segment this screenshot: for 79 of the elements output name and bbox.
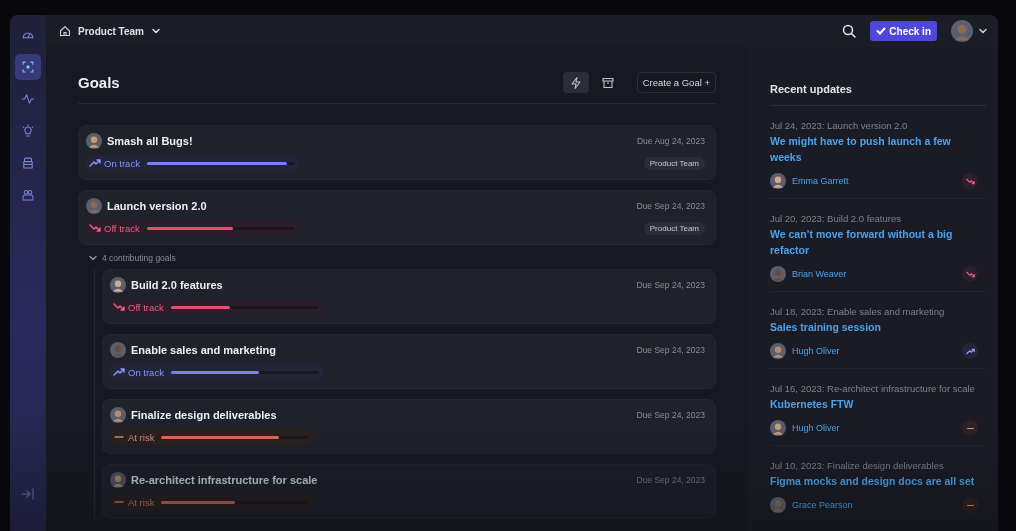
trend-down-icon: [89, 222, 101, 234]
create-goal-button[interactable]: Create a Goal +: [636, 72, 716, 93]
home-icon: [59, 25, 71, 37]
goal-title: Smash all Bugs!: [107, 135, 193, 147]
goal-card[interactable]: Smash all Bugs! Due Aug 24, 2023 On track Product Team: [78, 125, 716, 180]
due-date: Due Aug 24, 2023: [636, 136, 705, 146]
avatar: [110, 472, 126, 488]
author-link[interactable]: Hugh Oliver: [792, 423, 840, 433]
trend-up-icon: [89, 157, 101, 169]
users-icon: [21, 188, 35, 202]
avatar: [110, 277, 126, 293]
profile-menu[interactable]: [951, 20, 988, 42]
goal-card[interactable]: Build 2.0 features Due Sep 24, 2023 Off track: [102, 269, 716, 324]
status-indicator: Off track: [86, 220, 300, 236]
due-date: Due Sep 24, 2023: [636, 201, 705, 211]
trend-down-icon: [113, 301, 125, 313]
home-button[interactable]: [58, 24, 72, 38]
view-button[interactable]: [562, 72, 589, 93]
goal-title: Enable sales and marketing: [131, 344, 276, 356]
avatar: [110, 407, 126, 423]
due-date: Due Sep 24, 2023: [636, 475, 705, 485]
due-date: Due Sep 24, 2023: [636, 410, 705, 420]
check-in-button[interactable]: Check in: [870, 21, 937, 41]
status-indicator: On track: [110, 364, 324, 380]
goal-title: Build 2.0 features: [131, 279, 223, 291]
author-link[interactable]: Grace Pearson: [792, 500, 853, 510]
author-link[interactable]: Hugh Oliver: [792, 346, 840, 356]
avatar: [770, 266, 786, 282]
goal-card[interactable]: Launch version 2.0 Due Sep 24, 2023 Off track Product Team: [78, 190, 716, 245]
avatar: [770, 343, 786, 359]
author-link[interactable]: Brian Weaver: [792, 269, 847, 279]
avatar: [770, 173, 786, 189]
focus-icon: [21, 60, 35, 74]
goal-title: Launch version 2.0: [107, 200, 207, 212]
update-context: Jul 18, 2023: Enable sales and marketing: [770, 306, 946, 317]
lightbulb-icon: [21, 124, 35, 138]
chevron-down-icon: [88, 253, 98, 263]
goal-card[interactable]: Re-architect infrastructure for scale Due Sep 24, 2023 At risk: [102, 464, 716, 519]
update-context: Jul 20, 2023: Build 2.0 features: [770, 213, 902, 224]
goal-card[interactable]: Finalize design deliverables Due Sep 24, 2023 At risk: [102, 399, 716, 454]
page-title: Goals: [78, 74, 120, 91]
team-tag: Product Team: [643, 221, 705, 235]
due-date: Due Sep 24, 2023: [636, 280, 705, 290]
avatar: [770, 420, 786, 436]
contributing-toggle[interactable]: 4 contributing goals: [78, 253, 716, 263]
avatar: [86, 198, 102, 214]
update-title[interactable]: We might have to push launch a few weeks: [770, 133, 978, 165]
avatar: [770, 497, 786, 513]
update-title[interactable]: We can’t move forward without a big refactor: [770, 226, 978, 258]
due-date: Due Sep 24, 2023: [636, 345, 705, 355]
status-indicator: Off track: [110, 299, 324, 315]
status-indicator: At risk: [110, 429, 315, 445]
goal-title: Re-architect infrastructure for scale: [131, 474, 318, 486]
panel-title: Recent updates: [770, 83, 986, 106]
avatar: [110, 342, 126, 358]
team-dropdown[interactable]: Product Team: [78, 25, 161, 37]
chevron-down-icon: [150, 26, 161, 36]
goal-title: Finalize design deliverables: [131, 409, 277, 421]
avatar: [951, 20, 973, 42]
update-context: Jul 16, 2023: Re-architect infrastructure for scale: [770, 383, 976, 394]
archive-icon: [600, 75, 615, 90]
team-tag: Product Team: [643, 156, 705, 170]
activity-icon: [21, 92, 35, 106]
nav-button[interactable]: [15, 54, 41, 80]
update-context: Jul 24, 2023: Launch version 2.0: [770, 120, 909, 131]
status-indicator: On track: [86, 155, 300, 171]
chevron-down-icon: [978, 26, 988, 36]
update-context: Jul 10, 2023: Finalize design deliverables: [770, 460, 945, 471]
update-title[interactable]: Figma mocks and design docs are all set: [770, 473, 978, 489]
avatar: [86, 133, 102, 149]
status-indicator: At risk: [110, 494, 315, 510]
author-link[interactable]: Emma Garrett: [792, 176, 849, 186]
box-icon: [21, 156, 35, 170]
update-title[interactable]: Kubernetes FTW: [770, 396, 978, 412]
search-icon[interactable]: [842, 24, 857, 38]
goal-card[interactable]: Enable sales and marketing Due Sep 24, 2023 On track: [102, 334, 716, 389]
checkmark-icon: [876, 26, 887, 36]
update-title[interactable]: Sales training session: [770, 319, 978, 335]
trend-up-icon: [113, 366, 125, 378]
